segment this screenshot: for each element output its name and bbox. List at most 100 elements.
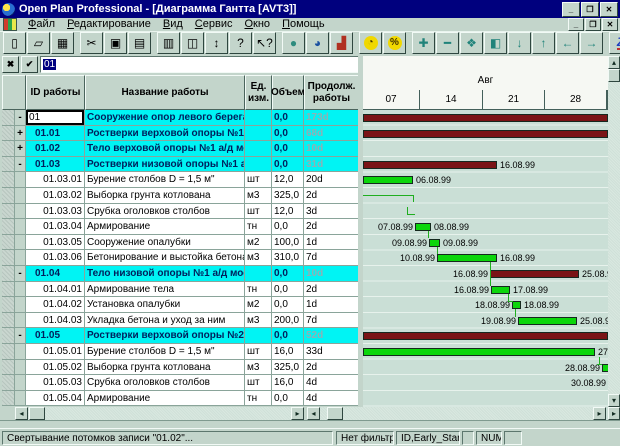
cell-volume[interactable]: 16,0 xyxy=(272,344,304,360)
move-down-icon[interactable]: ↓ xyxy=(508,32,531,54)
gantt-bar-01.03.06[interactable] xyxy=(437,254,497,262)
cell-id[interactable]: 01.05.03 xyxy=(26,375,85,391)
cell-unit[interactable] xyxy=(245,328,272,344)
cell-name[interactable]: Укладка бетона и уход за ним xyxy=(85,313,245,329)
cell-duration[interactable]: 68d xyxy=(304,126,358,142)
table-row[interactable]: 01.03.06Бетонирование и выстойка бетонам… xyxy=(2,250,358,266)
gantt-bar-01.03.05[interactable] xyxy=(429,239,440,247)
save-icon[interactable]: ▦ xyxy=(51,32,74,54)
cell-unit[interactable]: шт xyxy=(245,375,272,391)
cancel-edit-icon[interactable]: ✖ xyxy=(2,56,19,73)
cell-id[interactable]: 01.05.01 xyxy=(26,344,85,360)
scroll-down-icon[interactable]: ▾ xyxy=(608,394,620,407)
table-row[interactable]: -01Сооружение опор левого берега0,0173d xyxy=(2,110,358,126)
cell-id[interactable]: 01.04.03 xyxy=(26,313,85,329)
cell-duration[interactable]: 2d xyxy=(304,360,358,376)
table-row[interactable]: 01.05.04Армированиетн0,04d xyxy=(2,391,358,407)
cell-name[interactable]: Бурение столбов D = 1,5 м" xyxy=(85,172,245,188)
cell-name[interactable]: Сооружение опор левого берега xyxy=(85,110,245,126)
child-minimize-button[interactable]: _ xyxy=(568,18,584,31)
move-right-icon[interactable]: → xyxy=(580,32,603,54)
cell-duration[interactable]: 7d xyxy=(304,313,358,329)
time-globe-icon[interactable]: ◕ xyxy=(306,32,329,54)
collapse-icon[interactable]: ◧ xyxy=(484,32,507,54)
cell-unit[interactable]: тн xyxy=(245,391,272,407)
cell-unit[interactable]: тн xyxy=(245,219,272,235)
gantt-bar-01.05[interactable] xyxy=(363,332,608,340)
cell-duration[interactable]: 1d xyxy=(304,297,358,313)
table-scroll-left-icon[interactable]: ◂ xyxy=(15,407,28,420)
cell-unit[interactable]: м3 xyxy=(245,360,272,376)
minimize-button[interactable]: _ xyxy=(562,2,580,17)
help-icon[interactable]: ? xyxy=(229,32,252,54)
cell-volume[interactable]: 200,0 xyxy=(272,313,304,329)
table-row[interactable]: 01.04.01Армирование телатн0,02d xyxy=(2,282,358,298)
vertical-scroll-thumb[interactable] xyxy=(608,69,620,82)
table-scroll-thumb[interactable] xyxy=(29,407,45,420)
table-row[interactable]: 01.04.03Укладка бетона и уход за нимм320… xyxy=(2,313,358,329)
cell-unit[interactable] xyxy=(245,110,272,126)
paste-icon[interactable]: ▤ xyxy=(128,32,151,54)
cell-duration[interactable]: 52d xyxy=(304,328,358,344)
cell-volume[interactable]: 0,0 xyxy=(272,141,304,157)
outline-toggle[interactable]: - xyxy=(15,110,26,126)
add-icon[interactable]: ✚ xyxy=(412,32,435,54)
cell-name[interactable]: Выборка грунта котлована xyxy=(85,360,245,376)
cell-volume[interactable]: 16,0 xyxy=(272,375,304,391)
table-row[interactable]: 01.03.02Выборка грунта котлованам3325,02… xyxy=(2,188,358,204)
cell-unit[interactable]: м3 xyxy=(245,313,272,329)
chart-scroll-thumb[interactable] xyxy=(327,407,343,420)
cell-unit[interactable] xyxy=(245,126,272,142)
cell-id[interactable]: 01.04.01 xyxy=(26,282,85,298)
gantt-bar-01.04.01[interactable] xyxy=(491,286,510,294)
clock-icon[interactable]: ◔ xyxy=(359,32,382,54)
new-file-icon[interactable]: ▯ xyxy=(3,32,26,54)
cell-volume[interactable]: 12,0 xyxy=(272,172,304,188)
cell-unit[interactable] xyxy=(245,266,272,282)
cell-id[interactable]: 01.02 xyxy=(26,141,85,157)
table-row[interactable]: 01.05.01Бурение столбов D = 1,5 м"шт16,0… xyxy=(2,344,358,360)
cell-id[interactable]: 01.04.02 xyxy=(26,297,85,313)
percent-icon[interactable]: % xyxy=(383,32,406,54)
cell-name[interactable]: Тело верховой опоры №1 а/д моста xyxy=(85,141,245,157)
table-row[interactable]: -01.04Тело низовой опоры №1 а/д моста0,0… xyxy=(2,266,358,282)
cell-id[interactable]: 01.03.06 xyxy=(26,250,85,266)
context-help-icon[interactable]: ↖? xyxy=(253,32,276,54)
table-row[interactable]: -01.05Ростверки верховой опоры №2 а/д0,0… xyxy=(2,328,358,344)
cell-unit[interactable]: м3 xyxy=(245,250,272,266)
outline-toggle[interactable]: + xyxy=(15,126,26,142)
outline-toggle[interactable]: - xyxy=(15,157,26,173)
cell-volume[interactable]: 310,0 xyxy=(272,250,304,266)
move-up-icon[interactable]: ↑ xyxy=(532,32,555,54)
cell-unit[interactable] xyxy=(245,157,272,173)
table-row[interactable]: 01.03.05Сооружение опалубким2100,01d xyxy=(2,235,358,251)
print-preview-icon[interactable]: ◫ xyxy=(181,32,204,54)
cell-name[interactable]: Армирование тела xyxy=(85,282,245,298)
cell-duration[interactable]: 3d xyxy=(304,204,358,220)
cell-unit[interactable]: м2 xyxy=(245,297,272,313)
cell-duration[interactable]: 173d xyxy=(304,110,358,126)
gantt-bar-01.05.01[interactable] xyxy=(363,348,595,356)
child-close-button[interactable]: ✕ xyxy=(602,18,618,31)
cell-unit[interactable]: шт xyxy=(245,344,272,360)
child-restore-button[interactable]: ❐ xyxy=(585,18,601,31)
copy-icon[interactable]: ▣ xyxy=(104,32,127,54)
table-scroll-right-icon[interactable]: ▸ xyxy=(291,407,304,420)
table-row[interactable]: 01.03.03Срубка оголовков столбовшт12,03d xyxy=(2,204,358,220)
cell-name[interactable]: Армирование xyxy=(85,219,245,235)
gantt-bar-01.03.04[interactable] xyxy=(415,223,431,231)
gantt-bar-01.03.01[interactable] xyxy=(363,176,413,184)
cell-id[interactable]: 01.03.03 xyxy=(26,204,85,220)
cell-name[interactable]: Ростверки верховой опоры №1 а/д xyxy=(85,126,245,142)
table-row[interactable]: +01.02Тело верховой опоры №1 а/д моста 0,… xyxy=(2,141,358,157)
menu-item-помощь[interactable]: Помощь xyxy=(276,18,331,31)
cell-volume[interactable]: 12,0 xyxy=(272,204,304,220)
gantt-bar-01.04.02[interactable] xyxy=(512,301,521,309)
menu-item-редактирование[interactable]: Редактирование xyxy=(61,18,157,31)
cell-unit[interactable]: шт xyxy=(245,204,272,220)
cell-unit[interactable]: м2 xyxy=(245,235,272,251)
menu-item-окно[interactable]: Окно xyxy=(238,18,276,31)
table-row[interactable]: 01.05.03Срубка оголовков столбовшт16,04d xyxy=(2,375,358,391)
outline-toggle[interactable]: + xyxy=(15,141,26,157)
cell-duration[interactable]: 4d xyxy=(304,391,358,407)
